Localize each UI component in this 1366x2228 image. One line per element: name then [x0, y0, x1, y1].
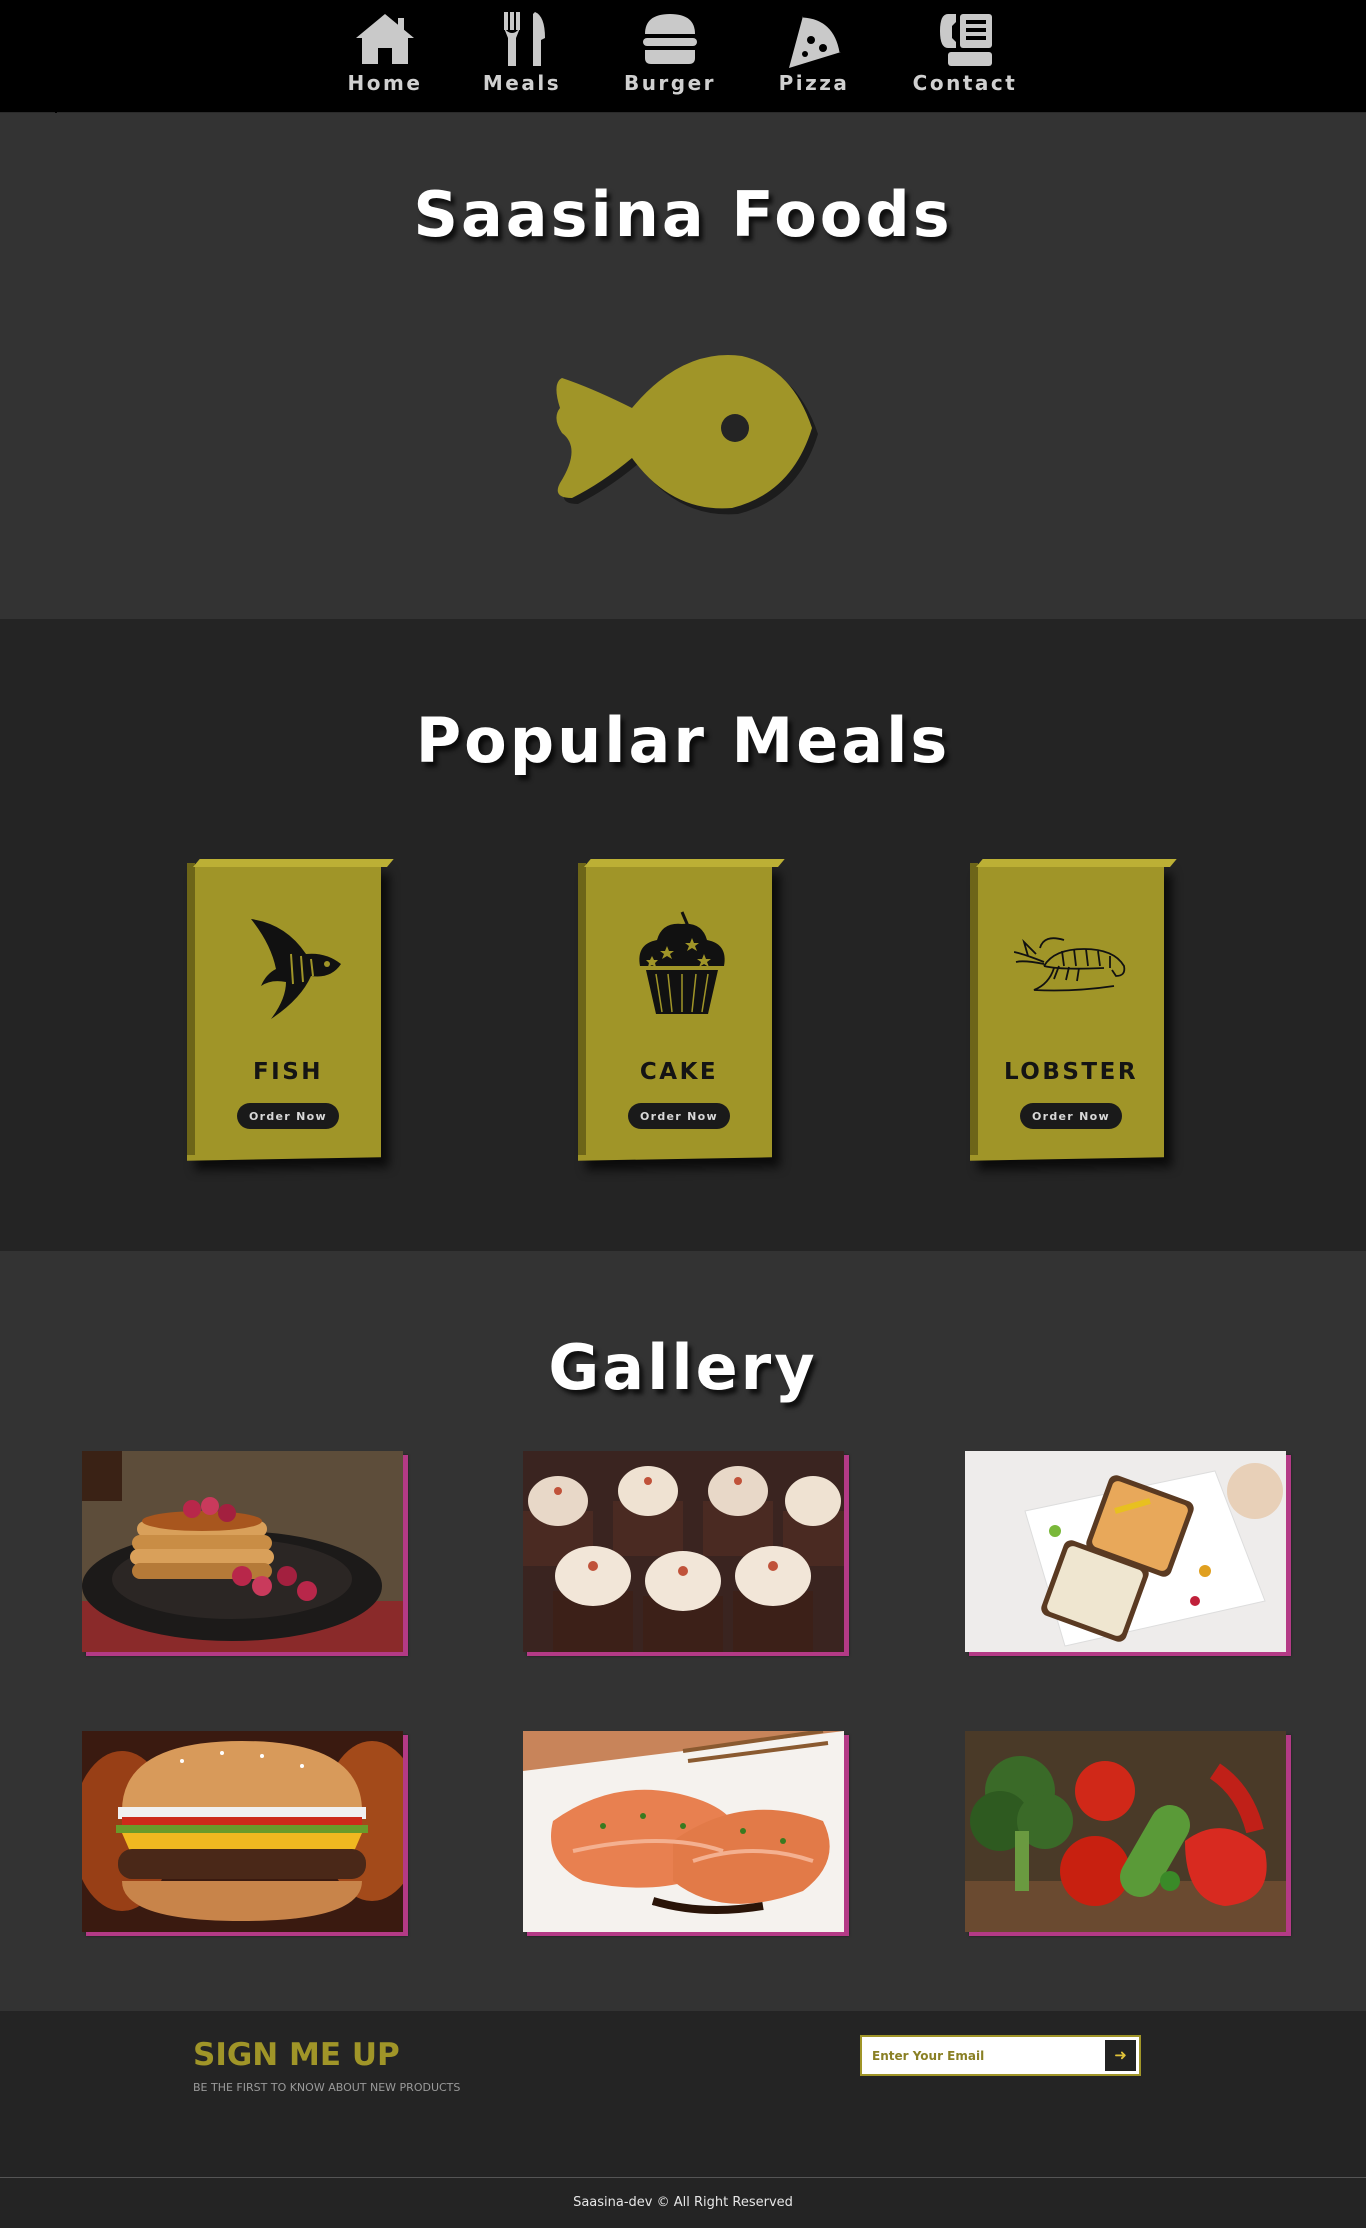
angelfish-icon	[251, 919, 341, 1019]
signup-section: SIGN ME UP BE THE FIRST TO KNOW ABOUT NE…	[0, 2011, 1366, 2177]
utensils-icon	[504, 12, 545, 66]
card-top-edge	[193, 859, 394, 867]
home-icon	[356, 14, 414, 64]
nav-item-burger[interactable]: Burger	[615, 8, 725, 95]
signup-title: SIGN ME UP	[193, 2037, 400, 2073]
toast-image	[965, 1451, 1286, 1652]
meal-name: LOBSTER	[1003, 1059, 1139, 1085]
gallery-section: Gallery	[0, 1251, 1366, 2011]
fish-icon	[556, 355, 818, 515]
nav-item-contact[interactable]: Contact	[910, 8, 1020, 95]
card-top-edge	[976, 859, 1177, 867]
shrimp-icon	[1014, 937, 1126, 992]
burger-icon	[643, 14, 697, 64]
pizza-icon	[789, 14, 843, 68]
signup-subtitle: BE THE FIRST TO KNOW ABOUT NEW PRODUCTS	[193, 2081, 461, 2094]
email-input[interactable]	[862, 2037, 1102, 2074]
hero-title: Saasina Foods	[413, 178, 953, 251]
salmon-image	[523, 1731, 844, 1932]
nav-label: Burger	[623, 71, 717, 95]
phone-icon	[940, 14, 992, 66]
card-top-edge	[584, 859, 785, 867]
pancakes-image	[82, 1451, 403, 1652]
submit-button[interactable]: ➜	[1102, 2037, 1139, 2074]
copyright-text: Saasina-dev © All Right Reserved	[573, 2195, 793, 2210]
hero-section: Saasina Foods	[0, 113, 1366, 619]
order-now-button[interactable]: Order Now	[237, 1103, 339, 1129]
meals-title: Popular Meals	[415, 704, 951, 777]
order-now-button[interactable]: Order Now	[1020, 1103, 1122, 1129]
meal-card-lobster: LOBSTER Order Now	[970, 859, 1177, 1161]
gallery-image-vegetables[interactable]	[965, 1731, 1291, 1937]
gallery-title: Gallery	[548, 1331, 818, 1404]
nav-item-home[interactable]: Home	[330, 8, 440, 95]
gallery-image-burger[interactable]	[82, 1731, 408, 1937]
vegetables-image	[965, 1731, 1286, 1932]
cupcake-icon	[639, 911, 725, 1014]
gallery-image-salmon[interactable]	[523, 1731, 849, 1937]
order-now-button[interactable]: Order Now	[628, 1103, 730, 1129]
meal-name: FISH	[252, 1059, 324, 1085]
footer: Saasina-dev © All Right Reserved	[0, 2177, 1366, 2228]
gallery-image-cupcakes[interactable]	[523, 1451, 849, 1657]
email-form: ➜	[860, 2035, 1141, 2076]
nav-label: Pizza	[778, 71, 850, 95]
gallery-image-toast[interactable]	[965, 1451, 1291, 1657]
nav-item-pizza[interactable]: Pizza	[759, 8, 869, 95]
nav-label: Meals	[482, 71, 562, 95]
nav-label: Contact	[912, 71, 1018, 95]
meal-card-fish: FISH Order Now	[187, 859, 394, 1161]
burger-image	[82, 1731, 403, 1932]
cupcakes-image	[523, 1451, 844, 1652]
card-side	[187, 863, 195, 1155]
top-nav: Home Meals Burger Pizza Contact	[0, 0, 1366, 113]
card-side	[970, 863, 978, 1155]
meal-card-cake: CAKE Order Now	[578, 859, 785, 1161]
meal-name: CAKE	[639, 1059, 719, 1085]
card-side	[578, 863, 586, 1155]
popular-meals-section: Popular Meals FISH Order Now CAKE Order …	[0, 619, 1366, 1251]
arrow-right-icon: ➜	[1114, 2046, 1127, 2064]
nav-label: Home	[347, 71, 423, 95]
gallery-image-pancakes[interactable]	[82, 1451, 408, 1657]
nav-item-meals[interactable]: Meals	[467, 8, 577, 95]
